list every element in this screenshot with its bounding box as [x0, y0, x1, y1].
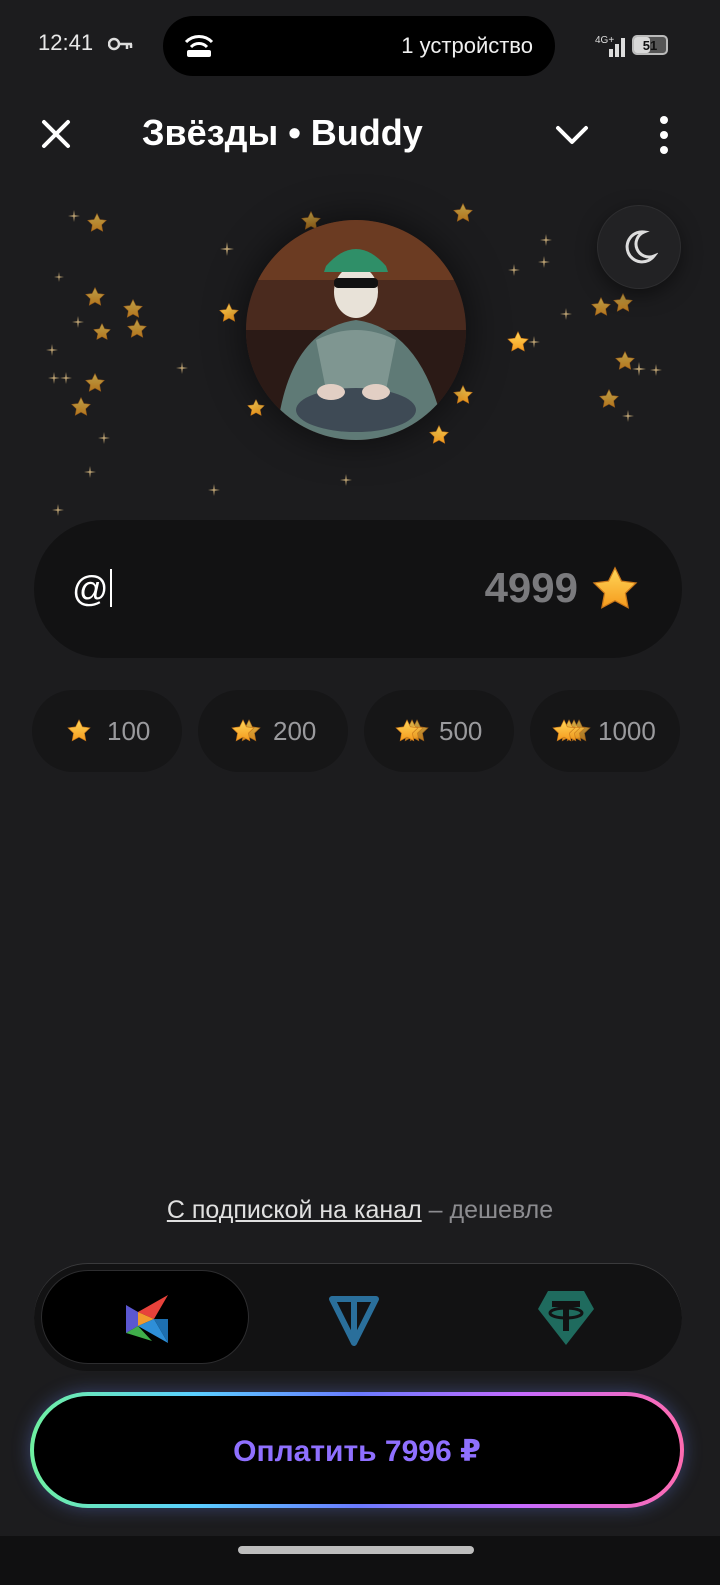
payment-method-tether[interactable]	[474, 1271, 654, 1363]
chip-label: 1000	[598, 716, 656, 746]
status-bar: 12:41 1 устройство 4G+ 51	[0, 0, 720, 92]
recipient-input[interactable]: @ 4999	[34, 520, 682, 658]
text-caret	[109, 569, 112, 607]
pay-button[interactable]: Оплатить 7996 ₽	[30, 1392, 684, 1508]
gesture-area	[0, 1536, 720, 1585]
payment-method-sbp[interactable]	[42, 1271, 248, 1363]
pay-button-label: Оплатить 7996 ₽	[233, 1435, 481, 1468]
stars-stack-icon	[231, 719, 261, 742]
star-icon	[590, 564, 640, 614]
hotspot-devices: 1 устройство	[401, 33, 533, 58]
cellular-signal-icon: 4G+	[595, 35, 625, 57]
battery-icon: 51	[632, 35, 668, 55]
chip-label: 200	[273, 716, 317, 746]
star-icon	[67, 719, 91, 742]
ton-icon	[329, 1296, 379, 1346]
chip-label: 100	[107, 716, 151, 746]
payment-method-selector	[34, 1263, 682, 1371]
quick-amount-200[interactable]: 200	[198, 690, 348, 772]
close-button[interactable]	[36, 114, 76, 154]
sbp-icon	[126, 1295, 168, 1343]
status-time: 12:41	[38, 30, 94, 55]
more-menu-button[interactable]	[650, 112, 678, 158]
quick-amount-100[interactable]: 100	[32, 690, 182, 772]
svg-text:4G+: 4G+	[595, 35, 614, 46]
username-field[interactable]: @	[72, 568, 112, 610]
theme-toggle-button[interactable]	[598, 206, 680, 288]
home-indicator[interactable]	[238, 1546, 474, 1554]
subscription-link[interactable]: С подпиской на канал	[167, 1196, 422, 1224]
subscription-suffix: – дешевле	[421, 1196, 554, 1224]
moon-icon	[625, 230, 658, 264]
tether-icon	[538, 1291, 594, 1345]
hotspot-island[interactable]: 1 устройство	[163, 16, 555, 76]
quick-amount-1000[interactable]: 1000	[530, 690, 680, 772]
quick-amount-500[interactable]: 500	[364, 690, 514, 772]
avatar	[246, 220, 466, 440]
page-title: Звёзды • Buddy	[142, 112, 423, 153]
stars-amount: 4999	[484, 564, 578, 611]
subscription-hint: С подпиской на канал – дешевле	[0, 1196, 720, 1225]
hotspot-icon	[184, 35, 214, 57]
battery-level: 51	[642, 38, 658, 53]
chevron-down-icon[interactable]	[552, 118, 592, 152]
chip-label: 500	[439, 716, 483, 746]
vpn-key-icon	[108, 37, 133, 51]
payment-method-ton[interactable]	[264, 1271, 444, 1363]
stars-stack-icon	[552, 719, 591, 742]
stars-stack-icon	[395, 719, 429, 742]
